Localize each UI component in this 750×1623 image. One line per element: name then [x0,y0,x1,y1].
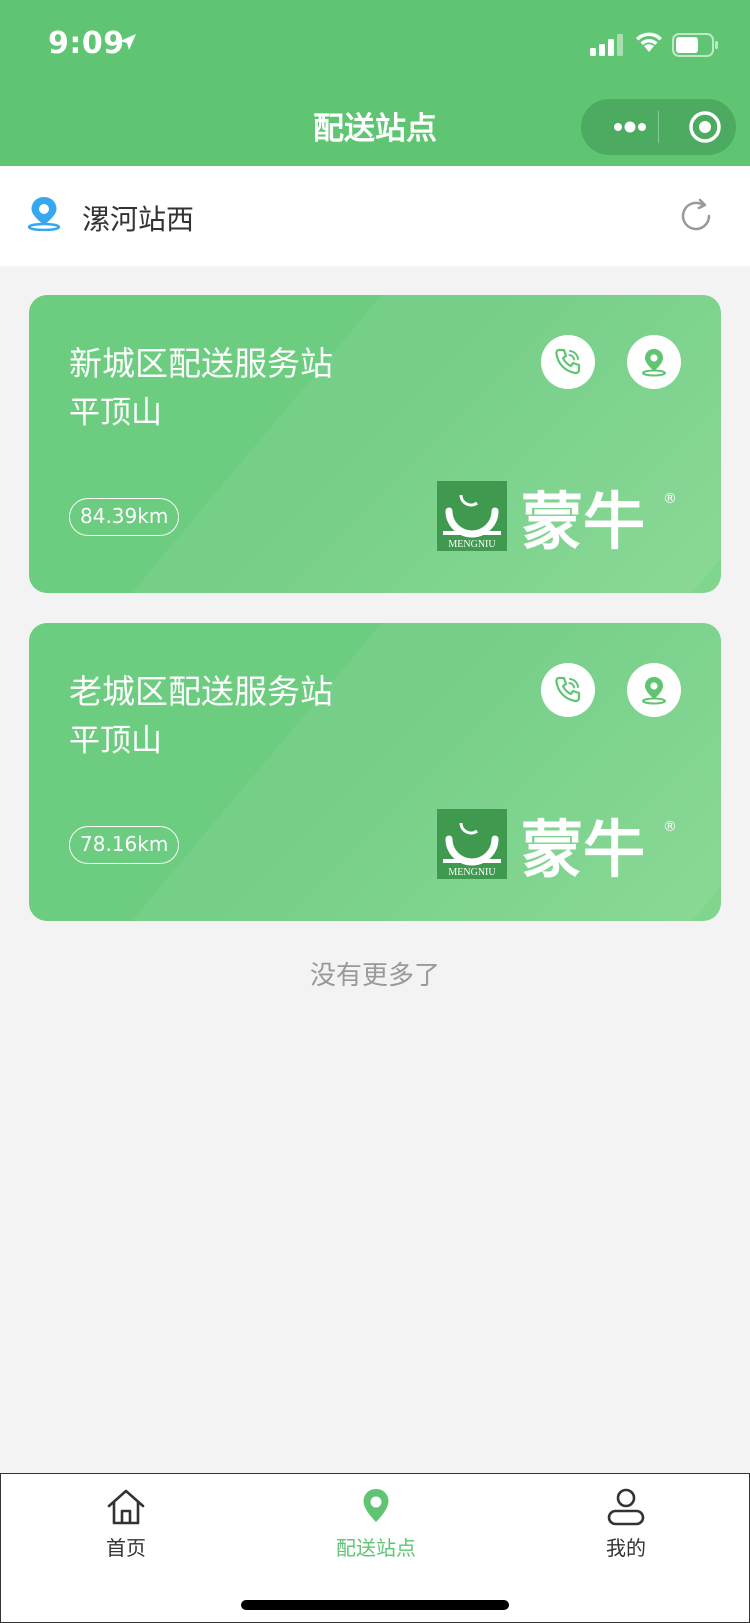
tab-mine-label: 我的 [606,1536,646,1560]
header: 9:09 配送站点 [0,0,750,166]
location-pin-icon [642,349,666,377]
station-name: 老城区配送服务站 [69,672,333,711]
phone-icon [555,348,581,375]
refresh-icon[interactable] [676,196,716,236]
mengniu-logo: MENGNIU 蒙牛 ® [437,809,677,886]
current-location-name: 漯河站西 [82,203,195,236]
station-city: 平顶山 [69,395,162,431]
station-card[interactable]: 新城区配送服务站 平顶山 84.39km MENGNIU 蒙牛 ® [29,295,721,593]
more-dots-icon[interactable] [603,99,659,155]
registered-mark: ® [663,491,677,507]
logo-text: 蒙牛 [521,485,645,558]
tab-stations-label: 配送站点 [336,1536,416,1560]
tab-stations[interactable]: 配送站点 [296,1486,456,1561]
mengniu-logo: MENGNIU 蒙牛 ® [437,481,677,558]
logo-subtext: MENGNIU [448,539,496,550]
call-button[interactable] [541,335,595,389]
no-more-text: 没有更多了 [309,961,440,991]
tab-home-label: 首页 [106,1536,146,1560]
home-icon [107,1489,145,1525]
home-indicator [241,1600,509,1610]
location-pin-icon [27,197,61,231]
station-card[interactable]: 老城区配送服务站 平顶山 78.16km MENGNIU 蒙牛 ® [29,623,721,921]
battery-icon [672,33,718,57]
cellular-signal-icon [590,34,623,56]
mini-program-capsule [581,99,736,155]
status-time: 9:09 [48,26,125,61]
navigate-button[interactable] [627,663,681,717]
station-city: 平顶山 [69,723,162,759]
tab-mine[interactable]: 我的 [546,1486,706,1561]
capsule-divider [658,111,659,143]
call-button[interactable] [541,663,595,717]
station-distance-badge: 78.16km [69,826,180,864]
location-pin-icon [363,1489,389,1522]
registered-mark: ® [663,819,677,835]
station-distance-badge: 84.39km [69,498,180,536]
location-arrow-icon [120,34,136,50]
tab-home[interactable]: 首页 [46,1486,206,1561]
station-name: 新城区配送服务站 [69,344,333,383]
status-bar: 9:09 [0,0,750,90]
logo-text: 蒙牛 [521,813,645,886]
user-icon [607,1488,645,1526]
logo-subtext: MENGNIU [448,867,496,878]
current-location-bar: 漯河站西 [0,166,750,266]
wifi-icon [636,32,662,52]
location-pin-icon [642,677,666,705]
navigate-button[interactable] [627,335,681,389]
close-mini-program-icon[interactable] [677,99,733,155]
phone-icon [555,676,581,703]
